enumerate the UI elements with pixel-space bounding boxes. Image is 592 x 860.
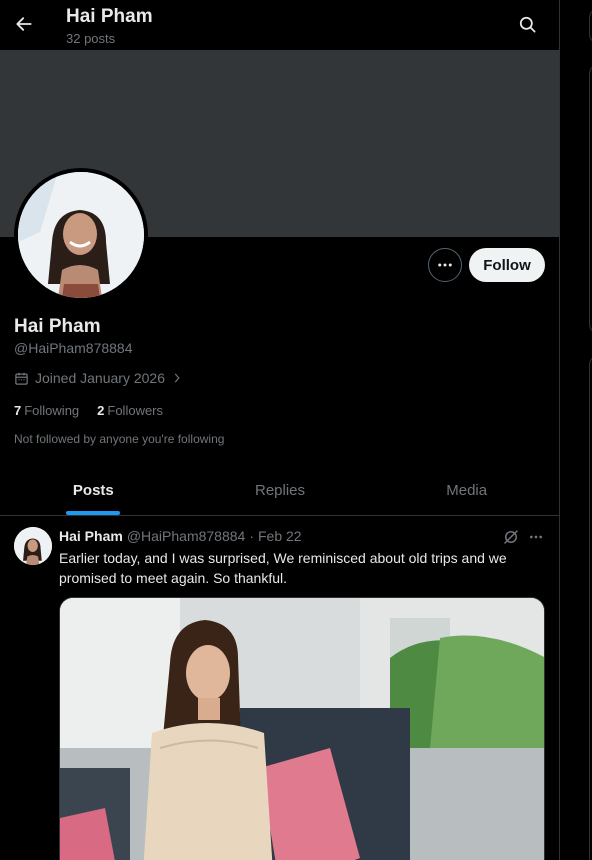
not-followed-note: Not followed by anyone you're following (14, 432, 225, 446)
following-link[interactable]: 7 Following (14, 403, 79, 418)
post-separator: · (249, 528, 254, 544)
following-count: 7 (14, 403, 22, 418)
post-image[interactable] (59, 597, 545, 860)
arrow-left-icon (16, 17, 32, 31)
post-more-button[interactable] (526, 527, 546, 547)
right-sidebar (561, 0, 592, 860)
post-handle[interactable]: @HaiPham878884 (127, 528, 246, 544)
followers-label: Followers (107, 403, 164, 418)
followers-count: 2 (97, 403, 105, 418)
post-author[interactable]: Hai Pham (59, 528, 123, 544)
post-photo (60, 598, 544, 860)
ellipsis-icon (530, 535, 542, 539)
post-item[interactable]: Hai Pham @HaiPham878884 · Feb 22 Earlier… (0, 517, 559, 860)
ellipsis-icon (438, 263, 452, 267)
joined-date[interactable]: Joined January 2026 (14, 370, 183, 386)
avatar-photo-small (14, 527, 52, 565)
search-button[interactable] (511, 8, 543, 40)
back-button[interactable] (8, 8, 40, 40)
calendar-icon (15, 372, 28, 385)
grok-button[interactable] (502, 528, 520, 546)
post-text: Earlier today, and I was surprised, We r… (59, 550, 507, 586)
header-title: Hai Pham (66, 6, 153, 27)
tab-media[interactable]: Media (373, 465, 559, 515)
search-icon (519, 16, 535, 32)
grok-icon (504, 530, 518, 544)
followers-link[interactable]: 2 Followers (97, 403, 163, 418)
post-header: Hai Pham @HaiPham878884 · Feb 22 (59, 528, 302, 544)
follow-button[interactable]: Follow (469, 248, 545, 282)
profile-name: Hai Pham (14, 316, 101, 337)
top-bar: Hai Pham 32 posts (0, 0, 559, 50)
header-post-count: 32 posts (66, 31, 116, 46)
follow-counts: 7 Following 2 Followers (14, 403, 163, 418)
post-date[interactable]: Feb 22 (258, 528, 302, 544)
profile-column: Hai Pham 32 posts Follow Hai Pham @HaiPh… (0, 0, 560, 860)
avatar-photo (18, 172, 144, 298)
more-options-button[interactable] (428, 248, 462, 282)
following-label: Following (24, 403, 80, 418)
tab-replies[interactable]: Replies (187, 465, 374, 515)
joined-text: Joined January 2026 (35, 370, 165, 386)
profile-avatar[interactable] (14, 168, 148, 302)
chevron-right-icon (174, 373, 180, 383)
profile-tabs: Posts Replies Media (0, 465, 559, 516)
post-avatar[interactable] (14, 527, 52, 565)
tab-posts[interactable]: Posts (0, 465, 187, 515)
profile-handle: @HaiPham878884 (14, 340, 133, 356)
